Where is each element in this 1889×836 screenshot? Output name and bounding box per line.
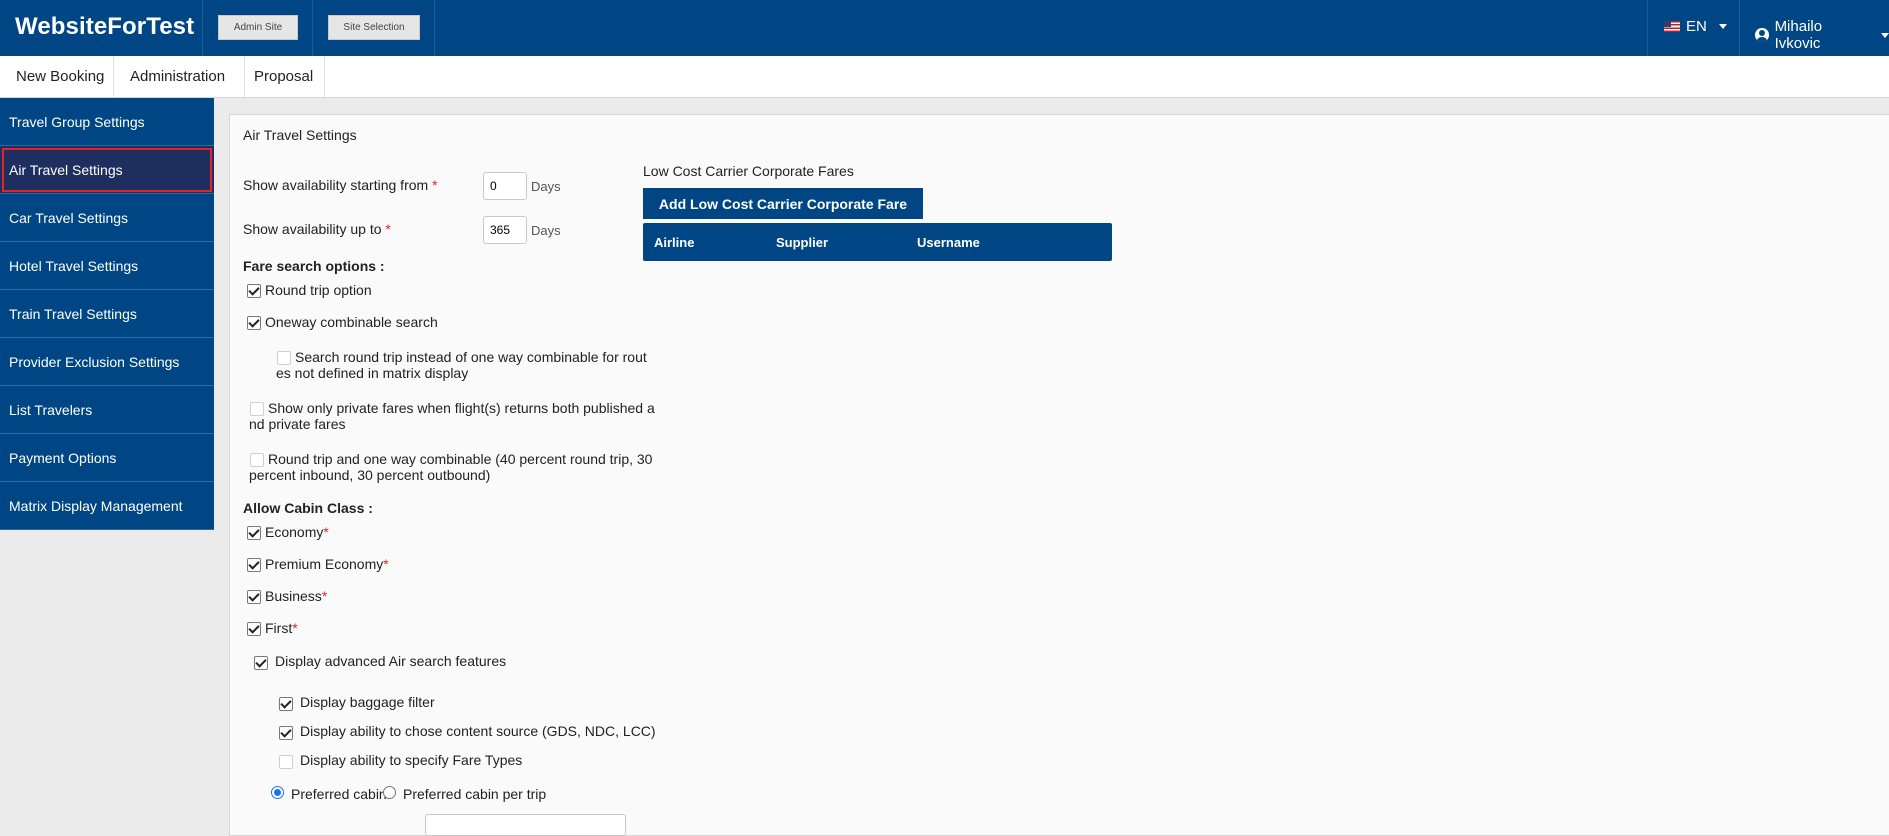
baggage-filter-label: Display baggage filter [300,694,435,710]
divider [434,0,435,56]
divider [202,0,203,56]
search-round-trip-label-cont: es not defined in matrix display [276,365,469,381]
rt-ow-combinable-checkbox[interactable] [250,453,264,467]
top-bar: WebsiteForTest Admin Site Site Selection… [0,0,1889,56]
private-fares-label: Show only private fares when flight(s) r… [268,400,655,416]
divider [1739,0,1740,56]
divider [312,0,313,56]
premium-economy-checkbox[interactable] [247,558,261,572]
fare-types-checkbox[interactable] [279,755,293,769]
premium-economy-row: Premium Economy* [265,556,389,572]
premium-economy-label: Premium Economy [265,556,384,572]
lcc-title: Low Cost Carrier Corporate Fares [643,163,854,179]
settings-sidebar: Travel Group Settings Air Travel Setting… [0,98,214,530]
column-header-airline[interactable]: Airline [654,235,694,250]
first-label: First [265,620,293,636]
preferred-cabin-label: Preferred cabin [291,786,387,802]
private-fares-checkbox[interactable] [250,402,264,416]
add-lcc-fare-button[interactable]: Add Low Cost Carrier Corporate Fare [643,188,923,219]
preferred-cabin-per-trip-label: Preferred cabin per trip [403,786,547,802]
first-row: First* [265,620,298,636]
oneway-combinable-label: Oneway combinable search [265,314,438,330]
sidebar-item-train-travel-settings[interactable]: Train Travel Settings [0,290,214,338]
availability-to-input[interactable] [483,216,527,244]
column-header-supplier[interactable]: Supplier [776,235,828,250]
first-checkbox[interactable] [247,622,261,636]
fare-types-label: Display ability to specify Fare Types [300,752,523,768]
search-round-trip-label: Search round trip instead of one way com… [295,349,647,365]
private-fares-label-cont: nd private fares [249,416,346,432]
round-trip-label: Round trip option [265,282,372,298]
rt-ow-combinable-label: Round trip and one way combinable (40 pe… [268,451,653,467]
economy-checkbox[interactable] [247,526,261,540]
required-mark: * [383,556,389,572]
business-label: Business [265,588,322,604]
lcc-table-header: Airline Supplier Username [643,223,1112,261]
brand-logo[interactable]: WebsiteForTest [15,13,194,41]
main-nav: New Booking Administration Proposal [0,56,1889,98]
content-source-label: Display ability to chose content source … [300,723,656,739]
content-source-checkbox[interactable] [279,726,293,740]
nav-new-booking[interactable]: New Booking [0,56,114,97]
days-unit: Days [531,179,561,194]
admin-site-button[interactable]: Admin Site [218,15,298,40]
cabin-select[interactable] [425,814,626,836]
site-selection-button[interactable]: Site Selection [328,15,420,40]
divider [1647,0,1648,56]
language-label: EN [1686,18,1707,35]
economy-row: Economy* [265,524,329,540]
sidebar-item-hotel-travel-settings[interactable]: Hotel Travel Settings [0,242,214,290]
rt-ow-combinable-label-cont: percent inbound, 30 percent outbound) [249,467,491,483]
business-row: Business* [265,588,327,604]
required-mark: * [323,524,329,540]
oneway-combinable-checkbox[interactable] [247,316,261,330]
availability-to-label: Show availability up to [243,221,382,237]
preferred-cabin-per-trip-radio[interactable] [383,786,396,799]
baggage-filter-checkbox[interactable] [279,697,293,711]
days-unit: Days [531,223,561,238]
sidebar-item-payment-options[interactable]: Payment Options [0,434,214,482]
user-circle-icon [1755,28,1769,42]
required-mark: * [385,221,391,237]
preferred-cabin-radio[interactable] [271,786,284,799]
business-checkbox[interactable] [247,590,261,604]
user-menu[interactable]: Mihailo Ivkovic [1755,18,1889,52]
allow-cabin-class-heading: Allow Cabin Class : [243,500,373,516]
availability-from-label: Show availability starting from [243,177,429,193]
sidebar-item-list-travelers[interactable]: List Travelers [0,386,214,434]
nav-administration[interactable]: Administration [114,56,245,97]
us-flag-icon [1664,21,1680,32]
column-header-username[interactable]: Username [917,235,980,250]
fare-search-options-heading: Fare search options : [243,258,385,274]
advanced-features-checkbox[interactable] [254,656,268,670]
economy-label: Economy [265,524,324,540]
nav-proposal[interactable]: Proposal [245,56,325,97]
user-name: Mihailo Ivkovic [1774,18,1823,52]
sidebar-item-travel-group-settings[interactable]: Travel Group Settings [0,98,214,146]
sidebar-item-car-travel-settings[interactable]: Car Travel Settings [0,194,214,242]
required-mark: * [432,177,438,193]
availability-to-row: Show availability up to * [243,221,391,237]
page-title: Air Travel Settings [243,127,357,143]
chevron-down-icon [1718,24,1727,29]
availability-from-input[interactable] [483,172,527,200]
chevron-down-icon [1881,32,1889,38]
round-trip-checkbox[interactable] [247,284,261,298]
sidebar-item-provider-exclusion-settings[interactable]: Provider Exclusion Settings [0,338,214,386]
sidebar-item-matrix-display-management[interactable]: Matrix Display Management [0,482,214,530]
search-round-trip-checkbox[interactable] [277,351,291,365]
sidebar-item-air-travel-settings[interactable]: Air Travel Settings [0,146,214,194]
advanced-features-label: Display advanced Air search features [275,653,507,669]
availability-from-row: Show availability starting from * [243,177,438,193]
language-selector[interactable]: EN [1664,18,1727,35]
required-mark: * [321,588,328,604]
required-mark: * [292,620,298,636]
